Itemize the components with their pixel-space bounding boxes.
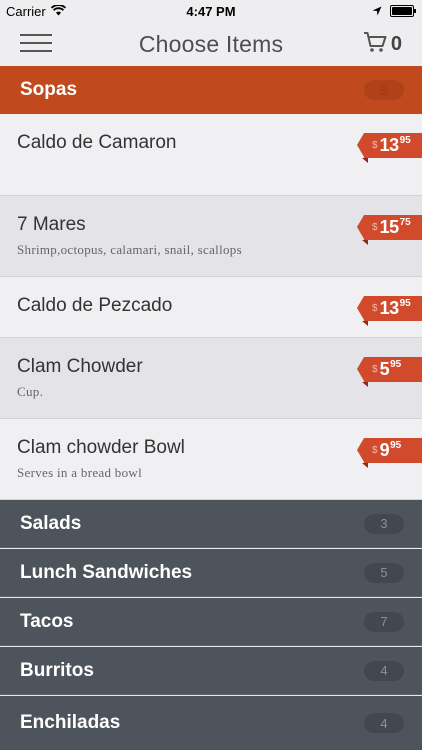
cart-count: 0 — [390, 33, 402, 55]
category-header-burritos[interactable]: Burritos 4 — [0, 647, 422, 695]
nav-bar: Choose Items 0 — [0, 22, 422, 66]
page-title: Choose Items — [138, 30, 284, 57]
item-name: Caldo de Camaron — [17, 132, 177, 153]
battery-icon — [390, 5, 416, 17]
category-header-enchiladas[interactable]: Enchiladas 4 — [0, 696, 422, 750]
price-tag: $9 95 — [357, 438, 422, 468]
category-count-badge: 4 — [364, 660, 404, 681]
menu-item[interactable]: Clam Chowder Cup. $5 95 — [0, 338, 422, 419]
category-count-badge: 5 — [364, 80, 404, 100]
status-time: 4:47 PM — [186, 3, 236, 19]
category-header-lunch-sandwiches[interactable]: Lunch Sandwiches 5 — [0, 549, 422, 597]
price-tag: $5 95 — [357, 357, 422, 387]
category-header-tacos[interactable]: Tacos 7 — [0, 598, 422, 646]
menu-item[interactable]: Clam chowder Bowl Serves in a bread bowl… — [0, 419, 422, 500]
item-name: Clam Chowder — [17, 356, 143, 377]
item-description: Serves in a bread bowl — [17, 465, 143, 480]
category-count-badge: 5 — [364, 562, 404, 583]
category-header-sopas[interactable]: Sopas 5 — [0, 66, 422, 114]
category-header-salads[interactable]: Salads 3 — [0, 500, 422, 548]
cart-button[interactable]: 0 — [363, 31, 402, 58]
price-tag: $13 95 — [357, 133, 422, 163]
item-name: 7 Mares — [17, 214, 86, 235]
menu-item[interactable]: Caldo de Camaron $13 95 — [0, 114, 422, 196]
category-count-badge: 3 — [364, 513, 404, 534]
menu-item[interactable]: 7 Mares Shrimp,octopus, calamari, snail,… — [0, 196, 422, 277]
item-name: Caldo de Pezcado — [17, 295, 173, 316]
category-title: Tacos — [20, 610, 74, 632]
category-title: Enchiladas — [20, 712, 121, 733]
status-bar: Carrier 4:47 PM — [0, 0, 422, 22]
price-tag: $15 75 — [357, 215, 422, 245]
price-tag: $13 95 — [357, 296, 422, 326]
item-name: Clam chowder Bowl — [17, 437, 185, 458]
category-title: Lunch Sandwiches — [20, 561, 193, 583]
category-title: Sopas — [20, 79, 78, 100]
category-count-badge: 4 — [364, 713, 404, 733]
item-description: Cup. — [17, 384, 44, 399]
item-description: Shrimp,octopus, calamari, snail, scallop… — [17, 242, 242, 257]
category-title: Burritos — [20, 659, 94, 681]
cart-icon — [363, 31, 387, 58]
menu-item[interactable]: Caldo de Pezcado $13 95 — [0, 277, 422, 338]
category-count-badge: 7 — [364, 611, 404, 632]
category-title: Salads — [20, 512, 82, 534]
